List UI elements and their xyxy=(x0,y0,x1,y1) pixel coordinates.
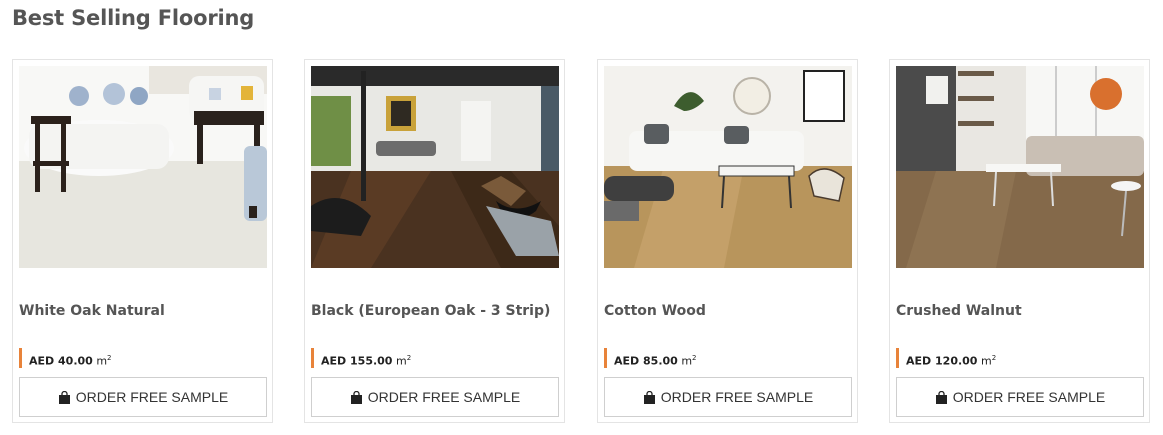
product-image[interactable] xyxy=(604,66,852,268)
price-currency: AED xyxy=(321,354,347,368)
page-title: Best Selling Flooring xyxy=(12,6,255,30)
order-free-sample-button[interactable]: ORDER FREE SAMPLE xyxy=(896,377,1144,417)
price-unit: m xyxy=(681,354,693,368)
order-free-sample-button[interactable]: ORDER FREE SAMPLE xyxy=(311,377,559,417)
product-name[interactable]: Black (European Oak - 3 Strip) xyxy=(311,303,561,319)
order-button-label: ORDER FREE SAMPLE xyxy=(75,389,229,405)
product-name[interactable]: White Oak Natural xyxy=(19,303,269,319)
product-card[interactable]: Cotton Wood AED 85.00 m2 ORDER FREE SAMP… xyxy=(597,59,858,423)
price-currency: AED xyxy=(614,354,640,368)
room-photo-cotton-wood xyxy=(604,66,852,268)
price-unit-exponent: 2 xyxy=(406,354,412,362)
price-amount: 85.00 xyxy=(643,354,678,368)
price-currency: AED xyxy=(29,354,55,368)
room-photo-white-oak xyxy=(19,66,267,268)
product-card[interactable]: White Oak Natural AED 40.00 m2 ORDER FRE… xyxy=(12,59,273,423)
order-free-sample-button[interactable]: ORDER FREE SAMPLE xyxy=(19,377,267,417)
room-photo-black-oak xyxy=(311,66,559,268)
product-price: AED 155.00 m2 xyxy=(311,348,411,368)
price-amount: 40.00 xyxy=(58,354,93,368)
shopping-bag-icon xyxy=(935,390,947,404)
shopping-bag-icon xyxy=(643,390,655,404)
product-name[interactable]: Crushed Walnut xyxy=(896,303,1146,319)
price-unit: m xyxy=(96,354,108,368)
product-grid: White Oak Natural AED 40.00 m2 ORDER FRE… xyxy=(12,59,1162,425)
product-card[interactable]: Crushed Walnut AED 120.00 m2 ORDER FREE … xyxy=(889,59,1150,423)
price-currency: AED xyxy=(906,354,932,368)
product-price: AED 120.00 m2 xyxy=(896,348,996,368)
order-button-label: ORDER FREE SAMPLE xyxy=(660,389,814,405)
product-image[interactable] xyxy=(311,66,559,268)
order-button-label: ORDER FREE SAMPLE xyxy=(952,389,1106,405)
price-amount: 155.00 xyxy=(350,354,393,368)
price-unit: m xyxy=(395,354,407,368)
price-unit-exponent: 2 xyxy=(991,354,997,362)
product-image[interactable] xyxy=(896,66,1144,268)
shopping-bag-icon xyxy=(350,390,362,404)
price-unit: m xyxy=(980,354,992,368)
order-button-label: ORDER FREE SAMPLE xyxy=(367,389,521,405)
product-card[interactable]: Black (European Oak - 3 Strip) AED 155.0… xyxy=(304,59,565,423)
product-name[interactable]: Cotton Wood xyxy=(604,303,854,319)
product-price: AED 40.00 m2 xyxy=(19,348,112,368)
price-unit-exponent: 2 xyxy=(107,354,112,362)
product-image[interactable] xyxy=(19,66,267,268)
order-free-sample-button[interactable]: ORDER FREE SAMPLE xyxy=(604,377,852,417)
product-price: AED 85.00 m2 xyxy=(604,348,697,368)
shopping-bag-icon xyxy=(58,390,70,404)
price-unit-exponent: 2 xyxy=(692,354,697,362)
room-photo-crushed-walnut xyxy=(896,66,1144,268)
price-amount: 120.00 xyxy=(935,354,978,368)
